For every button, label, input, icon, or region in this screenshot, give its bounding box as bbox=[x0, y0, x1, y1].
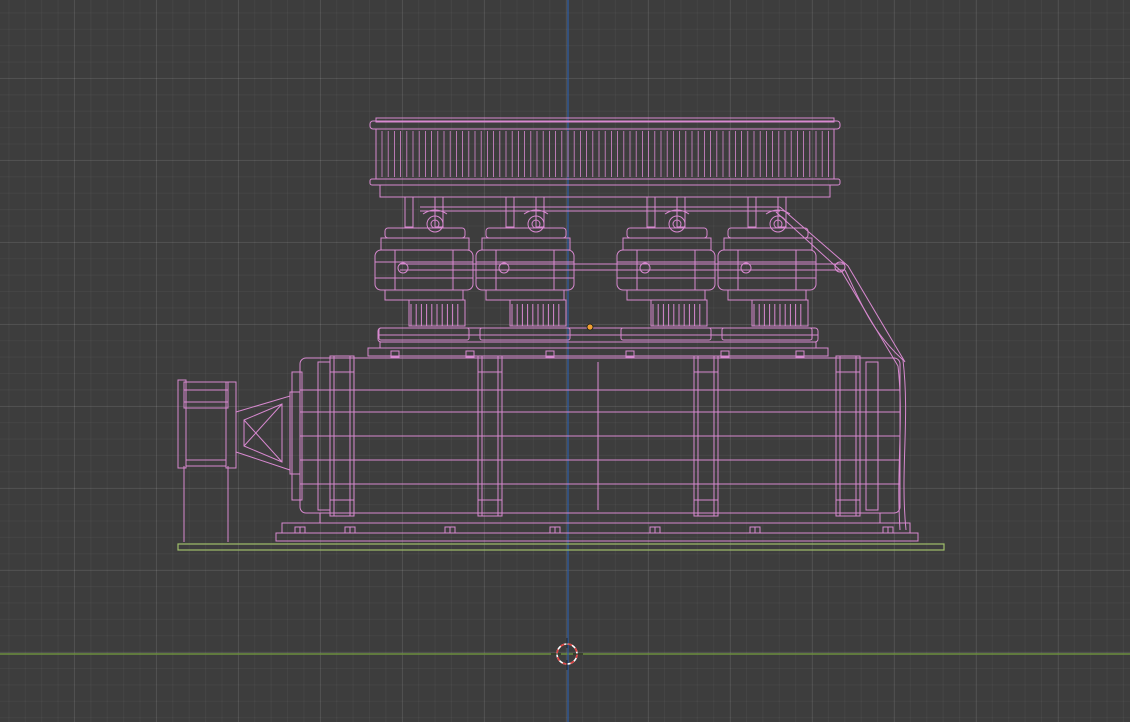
carburetor bbox=[475, 196, 575, 341]
carburetor-group bbox=[374, 196, 817, 341]
base-plate bbox=[275, 350, 919, 542]
intake-manifold bbox=[367, 327, 829, 357]
carburetor bbox=[717, 196, 817, 341]
engine-model[interactable] bbox=[177, 117, 919, 542]
3d-viewport[interactable] bbox=[0, 0, 1130, 722]
drive-pulley bbox=[177, 379, 301, 542]
air-cleaner bbox=[369, 117, 841, 198]
carburetor bbox=[374, 196, 474, 341]
supercharger-body bbox=[291, 355, 901, 517]
viewport-scene bbox=[0, 0, 1130, 722]
object-origin-icon bbox=[586, 323, 594, 331]
ground-plane bbox=[177, 543, 945, 551]
carburetor bbox=[616, 196, 716, 341]
